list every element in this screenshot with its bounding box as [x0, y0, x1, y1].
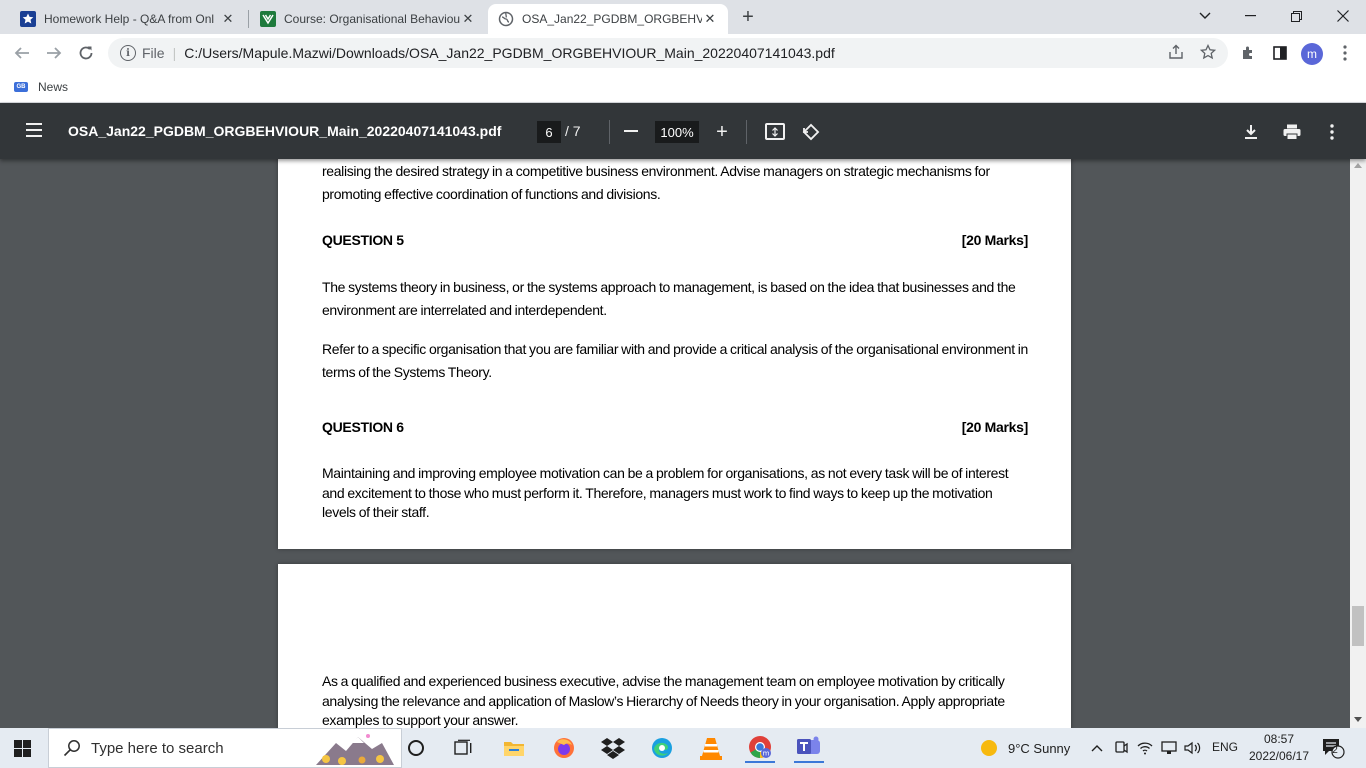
clock-time: 08:57 — [1263, 732, 1295, 746]
question-6-title: QUESTION 6 — [322, 419, 404, 435]
tab-title: Course: Organisational Behaviour — [284, 12, 460, 26]
toolbar-divider — [746, 120, 747, 144]
question-5-paragraph-1: The systems theory in business, or the s… — [322, 279, 1016, 318]
pdf-more-icon[interactable] — [1321, 121, 1343, 143]
dropbox-icon[interactable] — [598, 733, 628, 763]
cortana-icon[interactable] — [401, 733, 431, 763]
vertical-scrollbar[interactable] — [1350, 159, 1366, 728]
tab-homework-help[interactable]: Homework Help - Q&A from Onl ✕ — [10, 4, 246, 34]
windows-start-icon[interactable] — [14, 740, 31, 757]
tab-title: OSA_Jan22_PGDBM_ORGBEHVIOUR_Main_2022040… — [522, 12, 702, 26]
file-explorer-icon[interactable] — [499, 733, 529, 763]
tab-strip: Homework Help - Q&A from Onl ✕ Course: O… — [0, 0, 1366, 34]
notification-count: 2 — [1332, 745, 1338, 756]
back-button[interactable] — [10, 41, 34, 65]
scroll-thumb[interactable] — [1352, 606, 1364, 646]
scroll-up-arrow[interactable] — [1354, 163, 1362, 168]
bookmark-news[interactable]: GB News — [14, 77, 68, 97]
pdf-toolbar: OSA_Jan22_PGDBM_ORGBEHVIOUR_Main_2022040… — [0, 103, 1366, 159]
search-icon — [63, 739, 81, 757]
question-5-paragraph-2: Refer to a specific organisation that yo… — [322, 341, 1028, 380]
fit-to-page-icon[interactable] — [765, 123, 785, 140]
meet-now-icon[interactable] — [1110, 733, 1132, 763]
question-6-marks: [20 Marks] — [961, 419, 1029, 435]
bookmark-star-icon[interactable] — [1198, 42, 1218, 62]
tab-pdf[interactable]: OSA_Jan22_PGDBM_ORGBEHVIOUR_Main_2022040… — [488, 4, 728, 34]
close-icon[interactable]: ✕ — [220, 11, 236, 27]
weather-text[interactable]: 9°C Sunny — [1008, 741, 1070, 756]
search-placeholder: Type here to search — [91, 739, 224, 757]
pdf-page-6: realising the desired strategy in a comp… — [278, 159, 1071, 549]
firefox-icon[interactable] — [549, 733, 579, 763]
clock[interactable]: 08:57 2022/06/17 — [1244, 731, 1314, 765]
volume-icon[interactable] — [1182, 733, 1204, 763]
side-panel-icon[interactable] — [1268, 41, 1292, 65]
minimize-button[interactable] — [1227, 0, 1273, 32]
scheme-label: File — [142, 45, 165, 61]
page-total: / 7 — [565, 123, 581, 139]
close-icon[interactable]: ✕ — [460, 11, 476, 27]
course-logo-icon — [260, 11, 276, 27]
url-text: C:/Users/Mapule.Mazwi/Downloads/OSA_Jan2… — [184, 45, 835, 61]
extensions-icon[interactable] — [1236, 41, 1260, 65]
question-6-heading: QUESTION 6 [20 Marks] — [322, 419, 1028, 435]
new-tab-button[interactable]: + — [737, 6, 759, 28]
pdf-filename: OSA_Jan22_PGDBM_ORGBEHVIOUR_Main_2022040… — [68, 123, 502, 139]
close-window-button[interactable] — [1320, 0, 1366, 32]
print-icon[interactable] — [1281, 121, 1303, 143]
globe-icon — [498, 11, 514, 27]
question-6-paragraph-2: As a qualified and experienced business … — [322, 673, 1005, 728]
restore-button[interactable] — [1273, 0, 1319, 32]
news-icon: GB — [14, 82, 28, 92]
weather-sun-icon[interactable] — [974, 733, 1004, 763]
language-indicator[interactable]: ENG — [1212, 740, 1238, 754]
svg-text:m: m — [763, 750, 770, 758]
notification-center-icon[interactable]: 2 — [1318, 733, 1348, 763]
bookmarks-bar: GB News — [0, 72, 1366, 103]
task-view-icon[interactable] — [449, 733, 479, 763]
toolbar-divider — [609, 120, 610, 144]
zoom-out-button[interactable] — [624, 130, 638, 132]
tab-separator — [248, 10, 249, 28]
chrome-icon[interactable]: m — [745, 733, 775, 763]
network-icon[interactable] — [1158, 733, 1180, 763]
hamburger-menu-icon[interactable] — [26, 123, 42, 137]
wifi-icon[interactable] — [1134, 733, 1156, 763]
address-bar[interactable]: i File | C:/Users/Mapule.Mazwi/Downloads… — [108, 38, 1228, 68]
pdf-page-7: As a qualified and experienced business … — [278, 564, 1071, 728]
star-icon — [20, 11, 36, 27]
chevron-up-icon[interactable] — [1086, 733, 1108, 763]
download-icon[interactable] — [1240, 121, 1262, 143]
tab-search-icon[interactable] — [1182, 0, 1228, 32]
browser-toolbar: i File | C:/Users/Mapule.Mazwi/Downloads… — [0, 34, 1366, 72]
bookmark-label: News — [38, 80, 69, 94]
profile-avatar[interactable]: m — [1301, 43, 1323, 65]
zoom-input[interactable]: 100% — [655, 121, 699, 143]
pdf-viewer[interactable]: realising the desired strategy in a comp… — [0, 159, 1366, 728]
browser-menu-icon[interactable] — [1333, 41, 1357, 65]
info-icon[interactable]: i — [120, 45, 136, 61]
forward-button[interactable] — [42, 41, 66, 65]
windows-taskbar: Type here to search m 9°C Sunny ENG 08:5… — [0, 728, 1366, 768]
clock-date: 2022/06/17 — [1248, 749, 1310, 763]
tab-course[interactable]: Course: Organisational Behaviour ✕ — [250, 4, 486, 34]
share-icon[interactable] — [1166, 42, 1186, 62]
vlc-icon[interactable] — [696, 733, 726, 763]
tab-title: Homework Help - Q&A from Onl — [44, 12, 215, 26]
search-highlight-illustration-icon — [312, 731, 396, 765]
close-icon[interactable]: ✕ — [702, 11, 718, 27]
zoom-in-button[interactable]: + — [713, 121, 731, 143]
edge-icon[interactable] — [647, 733, 677, 763]
rotate-icon[interactable] — [800, 121, 822, 143]
scroll-down-arrow[interactable] — [1354, 717, 1362, 722]
reload-button[interactable] — [74, 41, 98, 65]
question-5-marks: [20 Marks] — [961, 232, 1029, 248]
question-6-paragraph-1: Maintaining and improving employee motiv… — [322, 465, 1009, 520]
address-divider: | — [172, 45, 177, 61]
intro-paragraph: realising the desired strategy in a comp… — [322, 163, 990, 202]
question-5-heading: QUESTION 5 [20 Marks] — [322, 232, 1028, 248]
teams-icon[interactable] — [794, 733, 824, 763]
page-number-input[interactable]: 6 — [537, 121, 561, 143]
question-5-title: QUESTION 5 — [322, 232, 404, 248]
